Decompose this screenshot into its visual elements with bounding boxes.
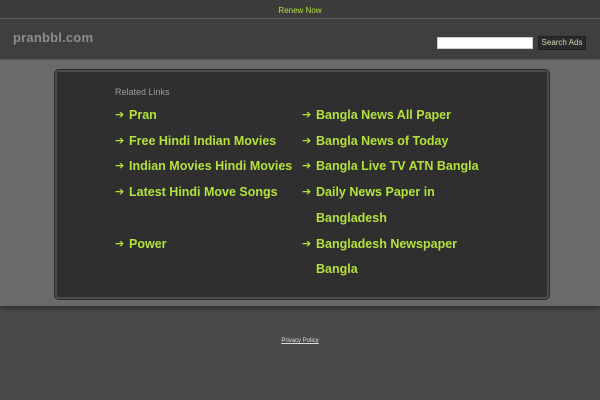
related-link-daily-news-paper-in-bangladesh[interactable]: ➔ Daily News Paper in Bangladesh xyxy=(302,180,492,231)
footer: Privacy Policy xyxy=(0,329,600,347)
related-links-title: Related Links xyxy=(115,87,170,97)
related-link-label: Bangladesh Newspaper Bangla xyxy=(316,236,458,277)
related-link-label: Pran xyxy=(129,108,157,122)
related-link-free-hindi-indian-movies[interactable]: ➔ Free Hindi Indian Movies xyxy=(115,129,297,155)
right-arrow-icon: ➔ xyxy=(115,237,125,250)
related-links-right-column: ➔ Bangla News All Paper ➔ Bangla News of… xyxy=(302,103,492,283)
header: pranbbl.com Search Ads xyxy=(0,19,600,60)
related-link-bangladesh-newspaper-bangla[interactable]: ➔ Bangladesh Newspaper Bangla xyxy=(302,232,492,283)
related-link-bangla-live-tv-atn-bangla[interactable]: ➔ Bangla Live TV ATN Bangla xyxy=(302,154,492,180)
right-arrow-icon: ➔ xyxy=(302,134,312,147)
related-link-label: Daily News Paper in Bangladesh xyxy=(316,185,435,225)
related-link-label: Bangla Live TV ATN Bangla xyxy=(316,159,479,174)
right-arrow-icon: ➔ xyxy=(302,186,312,199)
site-logo[interactable]: pranbbl.com xyxy=(13,30,93,45)
related-link-latest-hindi-move-songs[interactable]: ➔ Latest Hindi Move Songs xyxy=(115,180,297,206)
right-arrow-icon: ➔ xyxy=(302,160,312,173)
search-input[interactable] xyxy=(437,37,533,49)
related-link-power[interactable]: ➔ Power xyxy=(115,232,297,258)
renew-now-link[interactable]: Renew Now xyxy=(278,6,321,15)
related-link-label: Bangla News All Paper xyxy=(316,108,451,122)
related-link-label: Free Hindi Indian Movies xyxy=(129,133,277,148)
top-bar: Renew Now xyxy=(0,0,600,19)
related-link-bangla-news-all-paper[interactable]: ➔ Bangla News All Paper xyxy=(302,103,492,129)
right-arrow-icon: ➔ xyxy=(115,160,125,173)
right-arrow-icon: ➔ xyxy=(302,237,312,250)
related-link-label: Power xyxy=(129,236,167,251)
related-link-pran[interactable]: ➔ Pran xyxy=(115,103,297,129)
related-link-bangla-news-of-today[interactable]: ➔ Bangla News of Today xyxy=(302,129,492,155)
search-ads-button[interactable]: Search Ads xyxy=(538,36,586,50)
related-link-label: Latest Hindi Move Songs xyxy=(129,185,278,200)
related-link-label: Bangla News of Today xyxy=(316,133,449,148)
privacy-policy-link[interactable]: Privacy Policy xyxy=(281,338,318,344)
related-link-indian-movies-hindi-movies[interactable]: ➔ Indian Movies Hindi Movies xyxy=(115,154,297,180)
related-link-label: Indian Movies Hindi Movies xyxy=(129,159,293,174)
right-arrow-icon: ➔ xyxy=(115,186,125,199)
right-arrow-icon: ➔ xyxy=(115,109,125,121)
related-links-left-column: ➔ Pran ➔ Free Hindi Indian Movies ➔ Indi… xyxy=(115,103,297,257)
right-arrow-icon: ➔ xyxy=(115,134,125,147)
right-arrow-icon: ➔ xyxy=(302,109,312,121)
